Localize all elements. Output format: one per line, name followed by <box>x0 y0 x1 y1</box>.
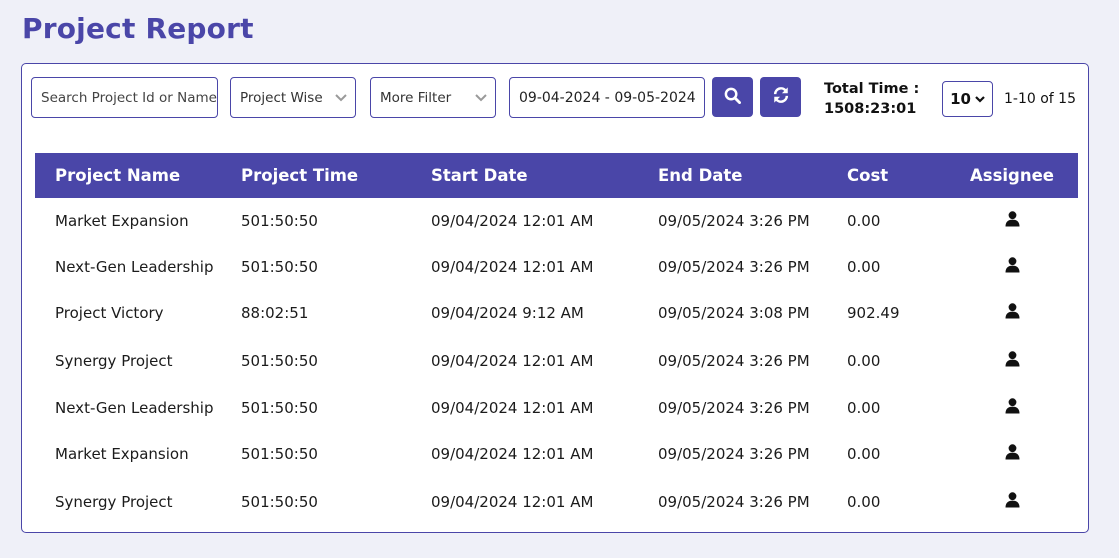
project-name-cell: Synergy Project <box>55 492 173 511</box>
assignee-cell <box>946 290 1078 336</box>
project-time-cell: 501:50:50 <box>241 212 318 230</box>
more-filter-label: More Filter <box>380 89 452 106</box>
project-time-cell: 501:50:50 <box>241 492 318 511</box>
search-button[interactable] <box>712 77 753 117</box>
table-row[interactable]: Synergy Project 501:50:50 09/04/2024 12:01… <box>35 477 1078 526</box>
page-title: Project Report <box>22 12 254 45</box>
table-row[interactable]: Next-Gen Leadership 501:50:50 09/04/2024 1… <box>35 385 1078 431</box>
user-icon[interactable] <box>1005 211 1020 231</box>
assignee-cell <box>946 385 1078 431</box>
table-row[interactable]: Next-Gen Leadership 501:50:50 09/04/2024 1… <box>35 244 1078 290</box>
column-header-end-date[interactable]: End Date <box>638 153 827 198</box>
project-name-cell: Project Victory <box>55 304 164 322</box>
assignee-cell <box>946 477 1078 526</box>
cost-cell: 0.00 <box>847 212 881 230</box>
column-header-project-name[interactable]: Project Name <box>35 153 221 198</box>
cost-cell: 0.00 <box>847 399 881 417</box>
project-name-cell: Market Expansion <box>55 212 189 230</box>
search-icon <box>724 87 741 108</box>
chevron-down-icon <box>335 91 347 105</box>
start-date-cell: 09/04/2024 12:01 AM <box>431 212 594 230</box>
user-icon[interactable] <box>1005 491 1020 512</box>
user-icon[interactable] <box>1005 444 1020 464</box>
end-date-cell: 09/05/2024 3:08 PM <box>658 304 810 322</box>
project-time-cell: 501:50:50 <box>241 445 318 463</box>
project-time-cell: 501:50:50 <box>241 258 318 276</box>
project-time-cell: 501:50:50 <box>241 399 318 417</box>
project-report-table: Project Name Project Time Start Date End… <box>35 153 1078 526</box>
cost-cell: 0.00 <box>847 351 881 370</box>
project-name-cell: Next-Gen Leadership <box>55 258 214 276</box>
table-row[interactable]: Project Victory 88:02:51 09/04/2024 9:12 A… <box>35 290 1078 336</box>
report-card: Project Wise More Filter 09-04-2024 - 09… <box>21 63 1089 533</box>
start-date-cell: 09/04/2024 12:01 AM <box>431 445 594 463</box>
project-wise-select[interactable]: Project Wise <box>230 77 356 118</box>
assignee-cell <box>946 198 1078 244</box>
filter-toolbar: Project Wise More Filter 09-04-2024 - 09… <box>22 64 1088 144</box>
project-name-cell: Market Expansion <box>55 445 189 463</box>
page-size-select[interactable]: 10 <box>942 81 993 117</box>
assignee-cell <box>946 336 1078 385</box>
user-icon[interactable] <box>1005 303 1020 323</box>
refresh-button[interactable] <box>760 77 801 117</box>
cost-cell: 0.00 <box>847 258 881 276</box>
start-date-cell: 09/04/2024 9:12 AM <box>431 304 584 322</box>
total-time-value: 1508:23:01 <box>824 101 917 117</box>
start-date-cell: 09/04/2024 12:01 AM <box>431 351 594 370</box>
column-header-start-date[interactable]: Start Date <box>411 153 638 198</box>
table-header-row: Project Name Project Time Start Date End… <box>35 153 1078 198</box>
total-time-label: Total Time : <box>824 81 920 97</box>
more-filter-select[interactable]: More Filter <box>370 77 496 118</box>
search-field-wrapper[interactable] <box>31 77 218 118</box>
table-row[interactable]: Market Expansion 501:50:50 09/04/2024 12:0… <box>35 431 1078 477</box>
table-row[interactable]: Synergy Project 501:50:50 09/04/2024 12:01… <box>35 336 1078 385</box>
user-icon[interactable] <box>1005 398 1020 418</box>
cost-cell: 902.49 <box>847 304 900 322</box>
project-time-cell: 88:02:51 <box>241 304 309 322</box>
project-time-cell: 501:50:50 <box>241 351 318 370</box>
cost-cell: 0.00 <box>847 445 881 463</box>
start-date-cell: 09/04/2024 12:01 AM <box>431 492 594 511</box>
project-name-cell: Next-Gen Leadership <box>55 399 214 417</box>
user-icon[interactable] <box>1005 350 1020 371</box>
column-header-assignee[interactable]: Assignee <box>946 153 1078 198</box>
column-header-cost[interactable]: Cost <box>827 153 946 198</box>
date-range-value: 09-04-2024 - 09-05-2024 <box>519 89 696 106</box>
date-range-picker[interactable]: 09-04-2024 - 09-05-2024 <box>509 77 705 118</box>
end-date-cell: 09/05/2024 3:26 PM <box>658 445 810 463</box>
project-wise-label: Project Wise <box>240 89 323 106</box>
total-time: Total Time : 1508:23:01 <box>824 79 919 119</box>
cost-cell: 0.00 <box>847 492 881 511</box>
search-input[interactable] <box>41 89 217 106</box>
column-header-project-time[interactable]: Project Time <box>221 153 411 198</box>
end-date-cell: 09/05/2024 3:26 PM <box>658 258 810 276</box>
end-date-cell: 09/05/2024 3:26 PM <box>658 492 810 511</box>
end-date-cell: 09/05/2024 3:26 PM <box>658 399 810 417</box>
assignee-cell <box>946 431 1078 477</box>
table-row[interactable]: Market Expansion 501:50:50 09/04/2024 12:0… <box>35 198 1078 244</box>
chevron-down-icon <box>975 93 985 106</box>
start-date-cell: 09/04/2024 12:01 AM <box>431 399 594 417</box>
user-icon[interactable] <box>1005 257 1020 277</box>
end-date-cell: 09/05/2024 3:26 PM <box>658 351 810 370</box>
table-body: Market Expansion 501:50:50 09/04/2024 12:0… <box>35 198 1078 526</box>
project-name-cell: Synergy Project <box>55 351 173 370</box>
end-date-cell: 09/05/2024 3:26 PM <box>658 212 810 230</box>
start-date-cell: 09/04/2024 12:01 AM <box>431 258 594 276</box>
assignee-cell <box>946 244 1078 290</box>
refresh-icon <box>772 86 790 108</box>
chevron-down-icon <box>475 91 487 105</box>
page-size-value: 10 <box>950 90 971 108</box>
pagination-range: 1-10 of 15 <box>1004 91 1076 107</box>
